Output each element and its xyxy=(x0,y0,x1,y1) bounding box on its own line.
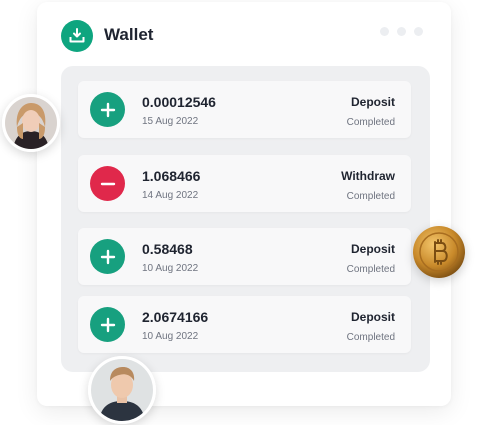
transaction-type: Deposit xyxy=(350,242,395,256)
window-controls xyxy=(380,27,423,36)
transaction-date: 14 Aug 2022 xyxy=(142,190,199,201)
transaction-type: Deposit xyxy=(350,95,395,109)
user-avatar xyxy=(88,356,156,424)
transaction-row[interactable]: 2.0674166 10 Aug 2022 Deposit Completed xyxy=(78,296,411,353)
minus-icon[interactable] xyxy=(90,166,125,201)
transaction-amount: 1.068466 xyxy=(142,168,201,184)
transaction-row[interactable]: 1.068466 14 Aug 2022 Withdraw Completed xyxy=(78,155,411,212)
transaction-type: Deposit xyxy=(350,310,395,324)
wallet-download-icon xyxy=(61,20,93,52)
plus-icon[interactable] xyxy=(90,239,125,274)
transaction-type: Withdraw xyxy=(341,169,395,183)
transaction-amount: 2.0674166 xyxy=(142,309,209,325)
transaction-status: Completed xyxy=(346,117,395,128)
window-dot[interactable] xyxy=(380,27,389,36)
transaction-row[interactable]: 0.00012546 15 Aug 2022 Deposit Completed xyxy=(78,81,411,138)
transaction-amount: 0.00012546 xyxy=(142,94,216,110)
window-dot[interactable] xyxy=(397,27,406,36)
window-dot[interactable] xyxy=(414,27,423,36)
transaction-date: 15 Aug 2022 xyxy=(142,116,199,127)
bitcoin-coin-icon xyxy=(413,226,465,278)
transaction-row[interactable]: 0.58468 10 Aug 2022 Deposit Completed xyxy=(78,228,411,285)
user-avatar xyxy=(2,94,60,152)
transaction-date: 10 Aug 2022 xyxy=(142,331,199,342)
transaction-date: 10 Aug 2022 xyxy=(142,263,199,274)
transaction-amount: 0.58468 xyxy=(142,241,193,257)
plus-icon[interactable] xyxy=(90,92,125,127)
transaction-status: Completed xyxy=(346,332,395,343)
page-title: Wallet xyxy=(104,25,154,44)
plus-icon[interactable] xyxy=(90,307,125,342)
transaction-status: Completed xyxy=(346,191,395,202)
transaction-status: Completed xyxy=(346,264,395,275)
